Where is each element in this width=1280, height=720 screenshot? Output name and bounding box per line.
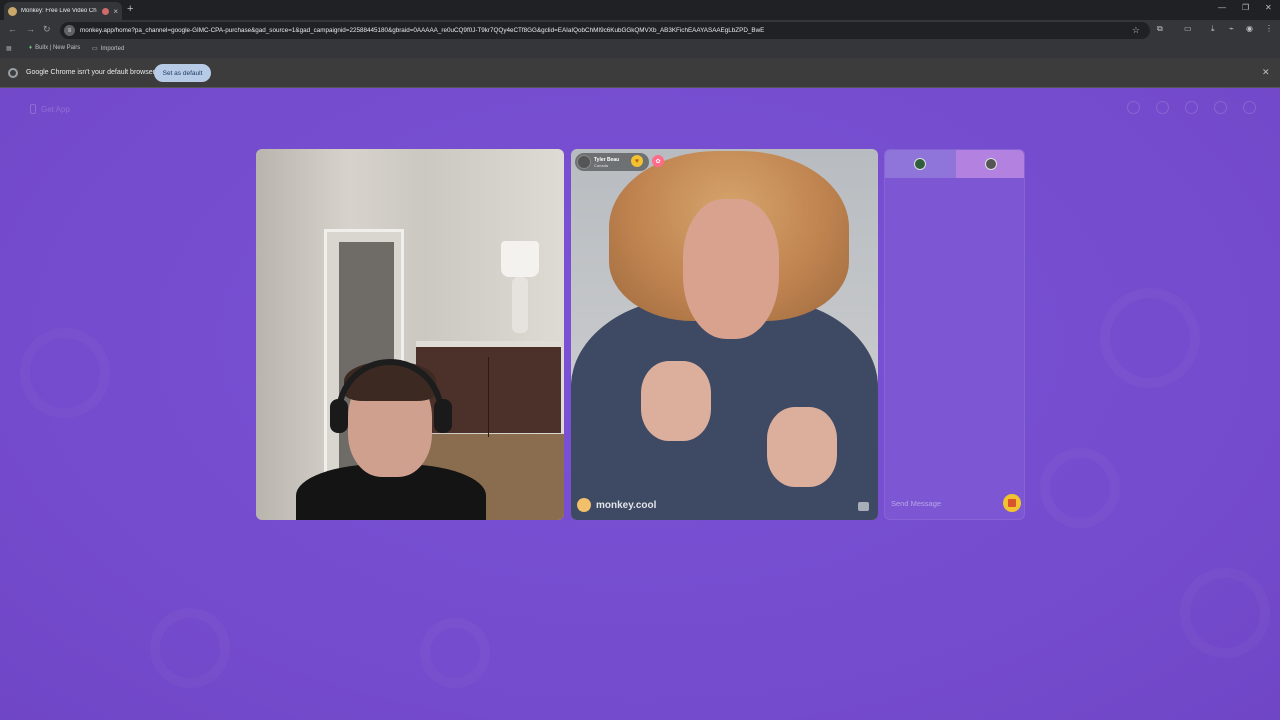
close-window-icon[interactable]: ✕ <box>1265 3 1272 12</box>
default-browser-infobar: Google Chrome isn't your default browser… <box>0 58 1280 88</box>
bookmark-bullx[interactable]: ♦ Bullx | New Pairs <box>29 45 80 51</box>
site-info-icon[interactable]: ≡ <box>64 25 75 36</box>
avatar <box>984 158 997 170</box>
bookmark-icon: ♦ <box>29 45 33 51</box>
minimize-icon[interactable]: — <box>1218 3 1226 12</box>
monkey-watermark: monkey.cool <box>577 498 656 512</box>
hand <box>767 407 837 487</box>
get-app-label: Get App <box>41 104 70 114</box>
folder-icon: ▭ <box>92 46 98 52</box>
search-icon[interactable] <box>1127 101 1140 114</box>
remote-user-face <box>683 199 779 339</box>
background-pattern <box>150 608 230 688</box>
chat-header <box>885 150 1024 178</box>
bookmark-label: Imported <box>100 45 125 52</box>
restore-icon[interactable]: ❐ <box>1242 3 1249 12</box>
gift-icon[interactable] <box>1003 494 1021 512</box>
address-bar[interactable]: ≡ monkey.app/home?pa_channel=google-GIMC… <box>60 22 1150 39</box>
tab-title: Monkey: Free Live Video Ch <box>21 8 97 14</box>
back-icon[interactable]: ← <box>8 24 17 34</box>
chat-icon[interactable] <box>1214 101 1227 114</box>
browser-tab-strip: Monkey: Free Live Video Ch × + — ❐ ✕ <box>0 0 1280 20</box>
apps-grid-icon[interactable]: ▦ <box>6 45 12 52</box>
phone-icon <box>30 104 36 114</box>
browser-tab[interactable]: Monkey: Free Live Video Ch × <box>4 2 122 20</box>
message-placeholder[interactable]: Send Message <box>889 499 941 508</box>
monkey-logo-icon <box>577 498 591 512</box>
report-icon[interactable] <box>858 502 869 511</box>
url-text[interactable]: monkey.app/home?pa_channel=google-GIMC-C… <box>80 27 1127 34</box>
local-user-person <box>296 359 486 520</box>
tab-close-icon[interactable]: × <box>113 7 118 16</box>
background-pattern <box>420 618 490 688</box>
infobar-message: Google Chrome isn't your default browser <box>26 69 155 76</box>
forward-icon[interactable]: → <box>26 24 35 34</box>
bookmark-imported[interactable]: ▭ Imported <box>92 45 125 53</box>
background-pattern <box>1040 448 1120 528</box>
bookmark-label: Bullx | New Pairs <box>35 45 81 51</box>
cast-icon[interactable]: ⌁ <box>1229 24 1234 33</box>
browser-toolbar: ← → ↻ ≡ monkey.app/home?pa_channel=googl… <box>0 20 1280 41</box>
gift-badge-icon[interactable]: ✿ <box>652 155 664 167</box>
reload-icon[interactable]: ↻ <box>43 24 51 35</box>
remote-user-avatar-tab[interactable] <box>955 150 1024 178</box>
history-icon[interactable] <box>1185 101 1198 114</box>
heart-icon[interactable]: ♥ <box>631 155 643 167</box>
download-icon[interactable]: ⤓ <box>1211 24 1215 34</box>
lamp-base <box>512 277 528 333</box>
side-panel-icon[interactable]: ▭ <box>1184 24 1192 33</box>
chat-panel: Send Message <box>884 149 1025 520</box>
top-nav-icons <box>1127 101 1256 114</box>
get-app-link[interactable]: Get App <box>30 104 70 114</box>
remote-video-feed: Tyler Beau Canada ♥ ✿ monkey.cool <box>571 149 878 520</box>
chrome-icon <box>8 68 18 78</box>
watermark-text: monkey.cool <box>596 499 657 511</box>
infobar-close-icon[interactable]: ✕ <box>1262 67 1270 78</box>
profile-icon[interactable] <box>1243 101 1256 114</box>
message-input[interactable]: Send Message <box>889 492 1021 514</box>
profile-avatar-icon[interactable]: ◉ <box>1246 24 1253 33</box>
coin-icon[interactable] <box>1156 101 1169 114</box>
avatar <box>914 158 927 170</box>
background-pattern <box>1100 288 1200 388</box>
set-default-button[interactable]: Set as default <box>154 64 211 82</box>
lamp <box>501 241 539 277</box>
remote-user-name: Tyler Beau <box>594 156 620 163</box>
new-tab-icon[interactable]: + <box>127 3 133 15</box>
local-user-avatar-tab[interactable] <box>885 150 956 178</box>
hand <box>641 361 711 441</box>
avatar <box>577 155 591 169</box>
monkey-favicon-icon <box>8 6 17 16</box>
recording-indicator-icon <box>102 7 110 15</box>
background-pattern <box>1180 568 1270 658</box>
bookmarks-bar: ▦ ♦ Bullx | New Pairs ▭ Imported <box>0 41 1280 58</box>
remote-user-country: Canada <box>594 162 609 168</box>
menu-icon[interactable]: ⋮ <box>1265 24 1273 33</box>
bookmark-star-icon[interactable]: ☆ <box>1132 25 1140 36</box>
background-pattern <box>20 328 110 418</box>
extensions-icon[interactable]: ⧉ <box>1157 24 1163 34</box>
local-video-feed <box>256 149 564 520</box>
